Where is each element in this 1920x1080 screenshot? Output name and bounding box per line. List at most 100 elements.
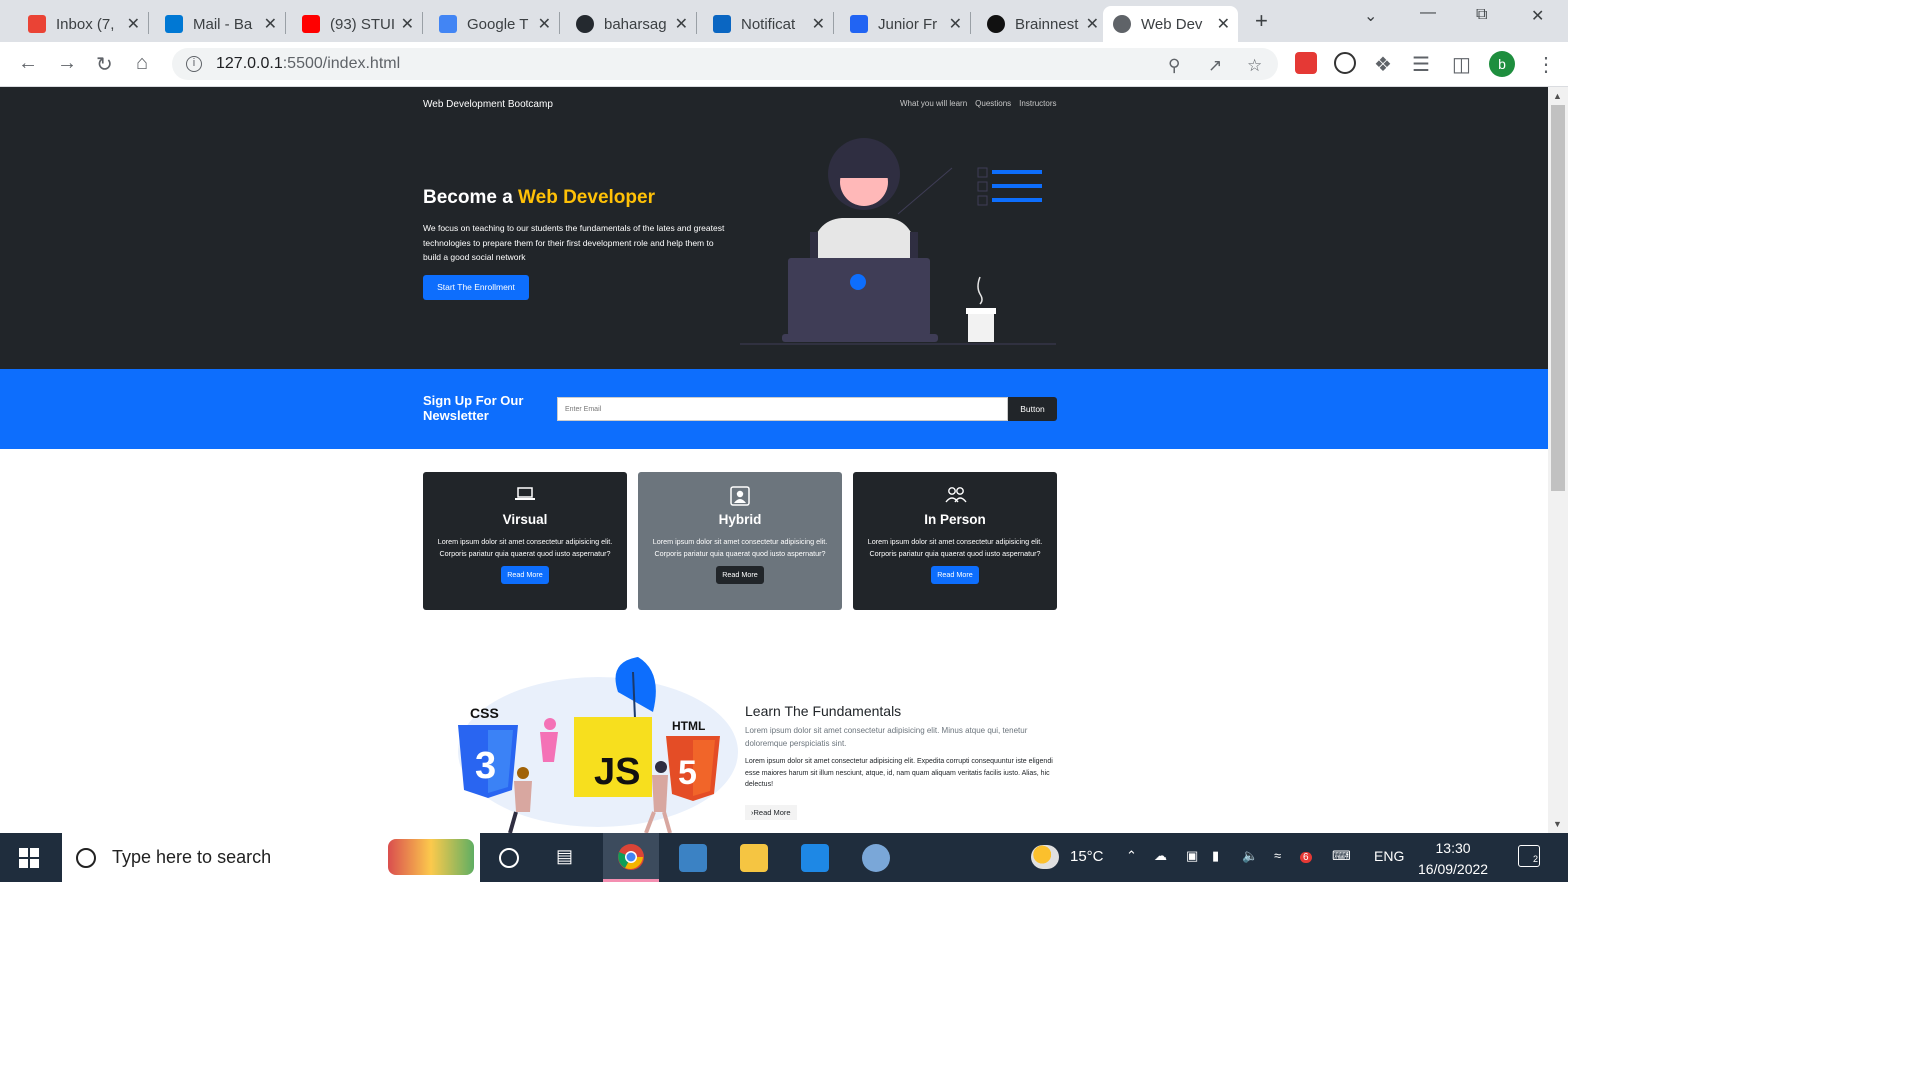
- nav-link-instructors[interactable]: Instructors: [1019, 99, 1056, 108]
- input-language[interactable]: ENG: [1374, 848, 1404, 864]
- browser-toolbar: ← → ↻ ⌂ i 127.0.0.1:5500/index.html ⚲ ↗ …: [0, 42, 1568, 87]
- home-button[interactable]: ⌂: [136, 52, 148, 75]
- extensions-puzzle-icon[interactable]: ❖: [1374, 52, 1392, 77]
- zoom-icon[interactable]: ⚲: [1168, 56, 1180, 76]
- fundamentals-read-more-button[interactable]: ›Read More: [745, 804, 797, 820]
- back-button[interactable]: ←: [18, 52, 38, 75]
- gmail-icon: [28, 15, 46, 33]
- tab-title: Inbox (7,: [56, 15, 115, 33]
- volume-icon[interactable]: 🔈: [1242, 848, 1258, 864]
- taskbar-remote-desktop-icon[interactable]: [679, 844, 707, 872]
- taskbar-paint-icon[interactable]: [862, 844, 890, 872]
- close-tab-icon[interactable]: ✕: [538, 14, 551, 34]
- scrollbar-thumb[interactable]: [1551, 105, 1565, 491]
- read-more-button[interactable]: Read More: [501, 566, 549, 584]
- onedrive-cloud-icon[interactable]: ☁: [1154, 848, 1167, 864]
- reload-button[interactable]: ↻: [96, 52, 113, 77]
- reading-list-icon[interactable]: ☰: [1412, 52, 1430, 77]
- outlook-icon: [165, 15, 183, 33]
- svg-text:5: 5: [678, 754, 697, 792]
- close-tab-icon[interactable]: ✕: [127, 14, 140, 34]
- close-tab-icon[interactable]: ✕: [264, 14, 277, 34]
- navbar-brand[interactable]: Web Development Bootcamp: [423, 99, 553, 110]
- nav-link-questions[interactable]: Questions: [975, 99, 1011, 108]
- card-title: Hybrid: [718, 512, 762, 527]
- read-more-button[interactable]: Read More: [716, 566, 764, 584]
- browser-tab[interactable]: baharsag ✕: [566, 6, 696, 42]
- tab-search-icon[interactable]: ⌄: [1364, 6, 1377, 26]
- chrome-menu-icon[interactable]: ⋮: [1536, 52, 1556, 77]
- notification-count: 2: [1532, 854, 1538, 864]
- browser-tab[interactable]: Google T ✕: [429, 6, 559, 42]
- url-text: 127.0.0.1:5500/index.html: [216, 55, 400, 73]
- tab-separator: [148, 12, 149, 34]
- address-bar[interactable]: i 127.0.0.1:5500/index.html ⚲ ↗ ☆: [172, 48, 1278, 80]
- close-tab-icon[interactable]: ✕: [675, 14, 688, 34]
- keyboard-icon[interactable]: ⌨: [1332, 848, 1351, 864]
- tab-title: Mail - Ba: [193, 15, 253, 33]
- side-panel-icon[interactable]: ◫: [1452, 52, 1471, 77]
- js-label: JS: [594, 751, 640, 793]
- wifi-icon[interactable]: ≈: [1274, 848, 1281, 863]
- taskbar-search-placeholder: Type here to search: [112, 847, 272, 867]
- restore-button[interactable]: ⧉: [1476, 6, 1487, 24]
- browser-tab[interactable]: Mail - Ba ✕: [155, 6, 285, 42]
- nav-link-learn[interactable]: What you will learn: [900, 99, 967, 108]
- browser-tab[interactable]: Inbox (7, ✕: [18, 6, 148, 42]
- browser-tab[interactable]: Junior Fr ✕: [840, 6, 970, 42]
- cortana-icon[interactable]: [499, 848, 519, 868]
- close-tab-icon[interactable]: ✕: [401, 14, 414, 34]
- tab-separator: [696, 12, 697, 34]
- google-translate-icon: [439, 15, 457, 33]
- site-info-icon[interactable]: i: [186, 56, 202, 72]
- browser-tab[interactable]: (93) STUI ✕: [292, 6, 422, 42]
- battery-icon[interactable]: ▮: [1212, 848, 1219, 864]
- card-virsual: Virsual Lorem ipsum dolor sit amet conse…: [423, 472, 627, 610]
- taskbar-file-explorer-icon[interactable]: [740, 844, 768, 872]
- tab-title: Junior Fr: [878, 15, 938, 33]
- start-enrollment-button[interactable]: Start The Enrollment: [423, 275, 529, 300]
- close-window-button[interactable]: ✕: [1531, 6, 1544, 26]
- new-tab-button[interactable]: +: [1255, 8, 1268, 34]
- tab-title: baharsag: [604, 15, 667, 33]
- close-tab-icon[interactable]: ✕: [1086, 14, 1099, 34]
- browser-tab[interactable]: Brainnest ✕: [977, 6, 1107, 42]
- meet-now-icon[interactable]: ▣: [1186, 848, 1198, 864]
- forward-button[interactable]: →: [57, 52, 77, 75]
- newsletter-email-input[interactable]: Enter Email: [557, 397, 1008, 421]
- windows-start-icon[interactable]: [19, 848, 39, 868]
- taskbar-vscode-icon[interactable]: [801, 844, 829, 872]
- bookmark-star-icon[interactable]: ☆: [1247, 56, 1262, 76]
- tab-title: (93) STUI: [330, 15, 396, 33]
- card-in-person: In Person Lorem ipsum dolor sit amet con…: [853, 472, 1057, 610]
- tray-chevron-up-icon[interactable]: ⌃: [1126, 848, 1137, 864]
- indeed-icon: [850, 15, 868, 33]
- scroll-up-arrow-icon[interactable]: ▲: [1553, 91, 1562, 101]
- weather-temperature[interactable]: 15°C: [1070, 848, 1104, 865]
- taskbar-clock[interactable]: 13:30 16/09/2022: [1418, 838, 1488, 880]
- close-tab-icon[interactable]: ✕: [949, 14, 962, 34]
- navbar-links: What you will learn Questions Instructor…: [900, 99, 1057, 108]
- action-center-icon[interactable]: 2: [1518, 845, 1540, 867]
- browser-tab[interactable]: Web Dev ✕: [1103, 6, 1238, 42]
- taskbar-search-box[interactable]: Type here to search: [62, 833, 480, 882]
- panda-extension-icon[interactable]: [1334, 52, 1356, 74]
- browser-tab[interactable]: Notificat ✕: [703, 6, 833, 42]
- minimize-button[interactable]: —: [1420, 4, 1436, 22]
- url-host: 127.0.0.1: [216, 55, 283, 72]
- read-more-button[interactable]: Read More: [931, 566, 979, 584]
- newsletter-submit-button[interactable]: Button: [1008, 397, 1057, 421]
- update-badge-icon[interactable]: 6: [1300, 848, 1312, 863]
- hero-title-plain: Become a: [423, 187, 519, 208]
- taskbar-chrome-icon[interactable]: [603, 833, 659, 882]
- css-label: CSS: [470, 705, 499, 721]
- close-tab-icon[interactable]: ✕: [812, 14, 825, 34]
- mendeley-extension-icon[interactable]: [1295, 52, 1317, 74]
- scroll-down-arrow-icon[interactable]: ▼: [1553, 819, 1562, 829]
- profile-avatar[interactable]: b: [1489, 51, 1515, 77]
- share-icon[interactable]: ↗: [1208, 56, 1222, 76]
- fundamentals-section: Learn The Fundamentals Lorem ipsum dolor…: [745, 703, 1055, 820]
- task-view-icon[interactable]: ▤: [556, 846, 573, 867]
- page-scrollbar[interactable]: ▲ ▼: [1548, 87, 1568, 833]
- close-tab-icon[interactable]: ✕: [1217, 14, 1230, 34]
